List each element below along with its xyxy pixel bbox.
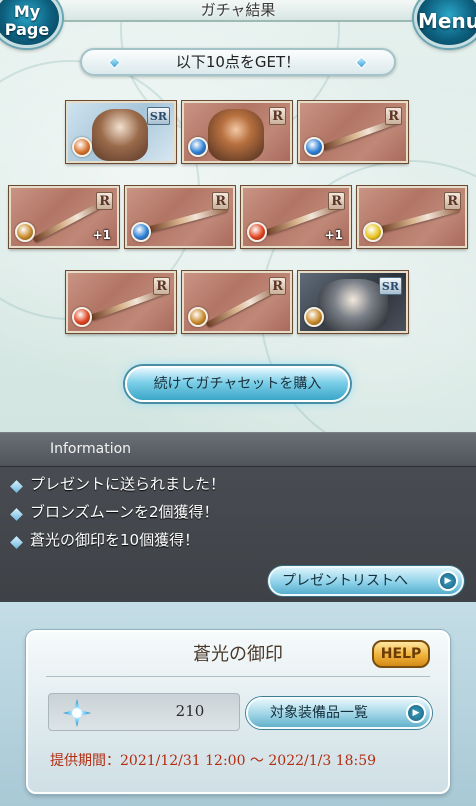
rarity-badge: SR <box>378 277 402 295</box>
get-banner: 以下10点をGET！ <box>80 48 396 76</box>
element-icon <box>188 137 208 157</box>
element-icon <box>72 137 92 157</box>
result-card[interactable]: SR <box>66 101 176 163</box>
result-card[interactable]: R +1 <box>241 186 351 248</box>
information-line: ブロンズムーンを2個獲得！ <box>30 503 219 521</box>
result-card[interactable]: R <box>66 271 176 333</box>
continue-gacha-button[interactable]: 続けてガチャセットを購入 <box>125 366 350 402</box>
element-icon <box>72 307 92 327</box>
result-card[interactable]: SR <box>298 271 408 333</box>
rarity-badge: R <box>328 192 345 210</box>
diamond-bullet-icon <box>10 480 23 493</box>
arrow-right-icon: ▶ <box>406 703 426 723</box>
diamond-bullet-icon <box>10 508 23 521</box>
help-button[interactable]: HELP <box>372 640 430 668</box>
get-banner-text: 以下10点をGET！ <box>175 53 301 71</box>
page-title: ガチャ結果 <box>200 1 276 19</box>
diamond-bullet-icon <box>10 536 23 549</box>
rarity-badge: R <box>269 277 286 295</box>
help-label: HELP <box>380 646 422 662</box>
rarity-badge: R <box>269 107 286 125</box>
seal-star-icon <box>63 699 91 727</box>
offer-period: 提供期間：2021/12/31 12:00 〜 2022/1/3 18:59 <box>50 753 377 769</box>
element-icon <box>304 307 324 327</box>
element-icon <box>363 222 383 242</box>
element-icon <box>304 137 324 157</box>
character-portrait <box>92 109 148 161</box>
arrow-right-icon: ▶ <box>438 571 458 591</box>
result-card[interactable]: R <box>182 271 292 333</box>
information-line: 蒼光の御印を10個獲得！ <box>30 531 200 549</box>
element-icon <box>15 222 35 242</box>
item-bag-image <box>208 109 264 161</box>
summon-portrait <box>318 279 388 331</box>
rarity-badge: R <box>153 277 170 295</box>
menu-label: Menu <box>418 9 476 33</box>
element-icon <box>247 222 267 242</box>
plus-badge: +1 <box>324 228 343 242</box>
result-card[interactable]: R <box>298 101 408 163</box>
rarity-badge: R <box>385 107 402 125</box>
rarity-badge: R <box>444 192 461 210</box>
divider <box>46 676 430 677</box>
information-line: プレゼントに送られました！ <box>30 475 226 493</box>
rarity-badge: R <box>212 192 229 210</box>
result-card[interactable]: R <box>182 101 292 163</box>
plus-badge: +1 <box>92 228 111 242</box>
continue-gacha-label: 続けてガチャセットを購入 <box>153 376 322 392</box>
result-card[interactable]: R +1 <box>9 186 119 248</box>
information-title: Information <box>50 441 132 457</box>
diamond-icon <box>355 56 368 69</box>
result-card[interactable]: R <box>357 186 467 248</box>
seal-count-value: 210 <box>175 702 205 720</box>
rarity-badge: R <box>96 192 113 210</box>
diamond-icon <box>108 56 121 69</box>
information-panel: Information プレゼントに送られました！ ブロンズムーンを2個獲得！ … <box>0 432 476 602</box>
mypage-label: My Page <box>4 2 50 39</box>
rarity-badge: SR <box>146 107 170 125</box>
target-equipment-list-button[interactable]: 対象装備品一覧 ▶ <box>246 697 432 729</box>
element-icon <box>188 307 208 327</box>
element-icon <box>131 222 151 242</box>
present-list-button[interactable]: プレゼントリストへ ▶ <box>268 566 464 596</box>
result-card[interactable]: R <box>125 186 235 248</box>
target-equipment-list-label: 対象装備品一覧 <box>270 705 368 721</box>
present-list-label: プレゼントリストへ <box>282 573 408 589</box>
